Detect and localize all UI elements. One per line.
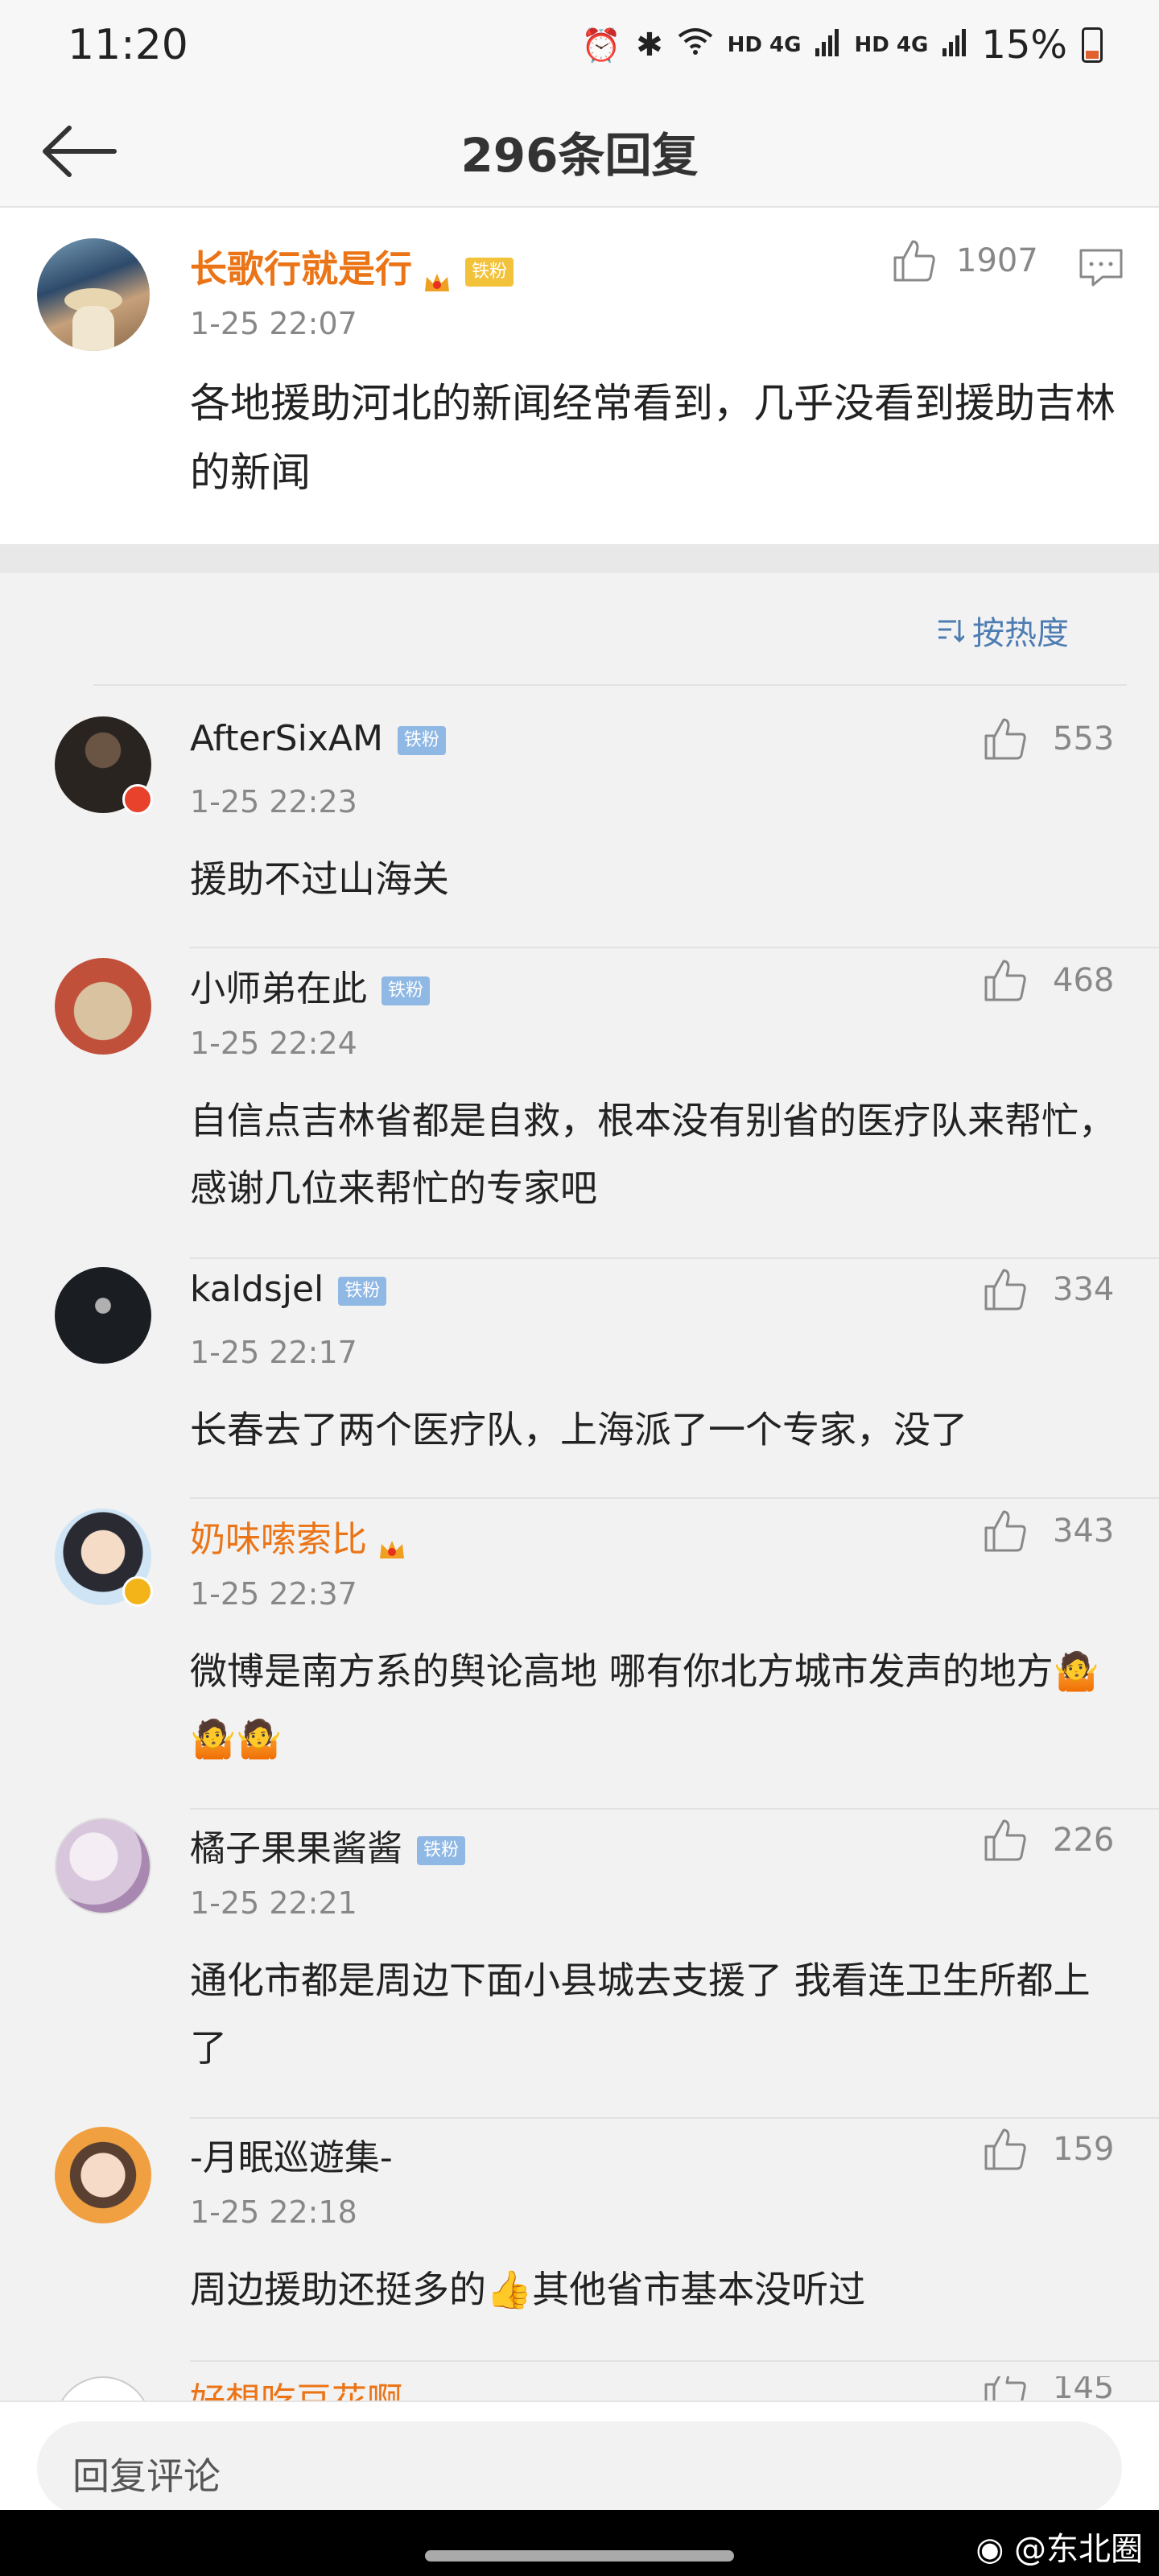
commenter-name[interactable]: kaldsjel 铁粉 xyxy=(190,1269,387,1310)
reply-input[interactable]: 回复评论 xyxy=(37,2421,1122,2515)
sort-label: 按热度 xyxy=(972,615,1069,652)
fan-badge: 铁粉 xyxy=(397,726,446,755)
like-count: 159 xyxy=(1053,2131,1115,2168)
system-nav-bar: ◉ @东北圈 xyxy=(0,2510,1159,2576)
like-button[interactable]: 343 xyxy=(982,1509,1114,1554)
comment-icon[interactable] xyxy=(1079,248,1124,291)
comment-text: 通化市都是周边下面小县城去支援了 我看连卫生所都上了 xyxy=(190,1959,1091,2070)
thumbs-up-icon xyxy=(984,960,1026,1001)
replies-list: 按热度 AfterSixAM 铁粉 1-25 22:23 援助不过山海关 553 … xyxy=(0,573,1159,2401)
comment-text: 周边援助还挺多的👍其他省市基本没听过 xyxy=(190,2268,866,2311)
thumbs-up-icon xyxy=(984,1819,1026,1861)
comment-time: 1-25 22:07 xyxy=(190,306,357,341)
section-divider xyxy=(0,544,1159,573)
fan-badge: 铁粉 xyxy=(465,257,514,287)
avatar[interactable] xyxy=(55,2127,151,2223)
status-time: 11:20 xyxy=(68,21,188,69)
battery-icon xyxy=(1082,27,1103,63)
signal-icon xyxy=(815,27,839,63)
comment-time: 1-25 22:18 xyxy=(190,2194,357,2230)
fan-badge: 铁粉 xyxy=(382,976,431,1005)
list-item: 好想吃豆花啊 145 xyxy=(0,2376,1159,2401)
verified-badge-icon xyxy=(122,784,153,815)
verified-badge-icon xyxy=(122,1576,153,1607)
fan-badge: 铁粉 xyxy=(417,1836,466,1865)
thumbs-up-icon xyxy=(984,1510,1026,1552)
like-count: 468 xyxy=(1053,962,1115,999)
thumbs-up-icon xyxy=(984,2128,1026,2170)
battery-percent: 15% xyxy=(981,23,1067,68)
avatar[interactable] xyxy=(55,1267,151,1364)
thumbs-up-icon xyxy=(893,240,935,282)
comment-text: 微博是南方系的舆论高地 哪有你北方城市发声的地方🤷🤷🤷 xyxy=(190,1649,1099,1761)
thumbs-up-icon xyxy=(984,2376,1026,2401)
crown-icon xyxy=(378,1530,406,1558)
home-indicator[interactable] xyxy=(425,2550,734,2562)
like-button[interactable]: 468 xyxy=(982,958,1114,1003)
like-button[interactable]: 553 xyxy=(982,716,1114,762)
like-button[interactable]: 334 xyxy=(982,1267,1114,1312)
comment-time: 1-25 22:21 xyxy=(190,1885,357,1921)
avatar[interactable] xyxy=(55,958,151,1055)
status-icons: ⏰ ✱ HD 4G HD 4G 15% xyxy=(581,23,1103,68)
like-count: 334 xyxy=(1053,1271,1115,1308)
like-button[interactable]: 226 xyxy=(982,1818,1114,1863)
comment-time: 1-25 22:17 xyxy=(190,1335,357,1370)
network-indicator-1: HD 4G xyxy=(727,33,802,57)
wifi-icon xyxy=(678,27,713,64)
main-comment: 长歌行就是行 铁粉 1-25 22:07 各地援助河北的新闻经常看到，几乎没看到援… xyxy=(0,208,1159,544)
like-count: 226 xyxy=(1053,1822,1115,1859)
avatar[interactable] xyxy=(37,238,150,351)
commenter-name[interactable]: 长歌行就是行 铁粉 xyxy=(190,240,514,293)
commenter-name[interactable]: -月眠巡遊集- xyxy=(190,2128,393,2180)
page-title: 296条回复 xyxy=(460,128,699,183)
sort-icon xyxy=(938,620,964,642)
alarm-icon: ⏰ xyxy=(581,27,622,64)
like-button[interactable]: 145 xyxy=(982,2376,1114,2401)
like-button[interactable]: 159 xyxy=(982,2127,1114,2172)
bottom-bar: 回复评论 xyxy=(0,2401,1159,2515)
header: 296条回复 xyxy=(0,95,1159,208)
sort-button[interactable]: 按热度 xyxy=(937,607,1069,654)
divider xyxy=(190,1497,1159,1499)
status-bar: 11:20 ⏰ ✱ HD 4G HD 4G 15% xyxy=(0,0,1159,95)
comment-time: 1-25 22:37 xyxy=(190,1576,357,1612)
divider xyxy=(190,2117,1159,2119)
commenter-name[interactable]: 小师弟在此 铁粉 xyxy=(190,960,431,1011)
avatar[interactable] xyxy=(55,1818,151,1914)
divider xyxy=(190,1808,1159,1810)
commenter-name[interactable]: AfterSixAM 铁粉 xyxy=(190,718,446,759)
like-count: 145 xyxy=(1053,2376,1115,2401)
divider xyxy=(93,684,1127,686)
comment-text: 援助不过山海关 xyxy=(190,857,449,901)
thumbs-up-icon xyxy=(984,1269,1026,1311)
commenter-name[interactable]: 橘子果果酱酱 铁粉 xyxy=(190,1819,466,1871)
divider xyxy=(190,1257,1159,1259)
comment-text: 各地援助河北的新闻经常看到，几乎没看到援助吉林的新闻 xyxy=(190,380,1116,496)
comment-time: 1-25 22:24 xyxy=(190,1026,357,1061)
reply-placeholder: 回复评论 xyxy=(72,2454,221,2498)
comment-time: 1-25 22:23 xyxy=(190,784,357,819)
crown-icon xyxy=(423,260,451,291)
fan-badge: 铁粉 xyxy=(338,1277,387,1306)
like-count: 553 xyxy=(1053,720,1115,758)
comment-text: 长春去了两个医疗队，上海派了一个专家，没了 xyxy=(190,1408,967,1451)
like-button[interactable]: 1907 xyxy=(892,238,1038,283)
signal-icon xyxy=(942,27,967,63)
divider xyxy=(190,947,1159,948)
avatar[interactable] xyxy=(55,2376,151,2401)
divider xyxy=(190,2360,1159,2362)
network-indicator-2: HD 4G xyxy=(854,33,929,57)
thumbs-up-icon xyxy=(984,718,1026,760)
commenter-name[interactable]: 奶味嗦索比 xyxy=(190,1510,406,1562)
watermark: ◉ @东北圈 xyxy=(975,2531,1143,2568)
comment-text: 自信点吉林省都是自救，根本没有别省的医疗队来帮忙，感谢几位来帮忙的专家吧 xyxy=(190,1099,1116,1210)
commenter-name[interactable]: 好想吃豆花啊 xyxy=(190,2376,402,2401)
bluetooth-icon: ✱ xyxy=(636,27,663,64)
weibo-icon: ◉ xyxy=(975,2531,1014,2568)
like-count: 343 xyxy=(1053,1513,1115,1550)
like-count: 1907 xyxy=(956,242,1038,279)
